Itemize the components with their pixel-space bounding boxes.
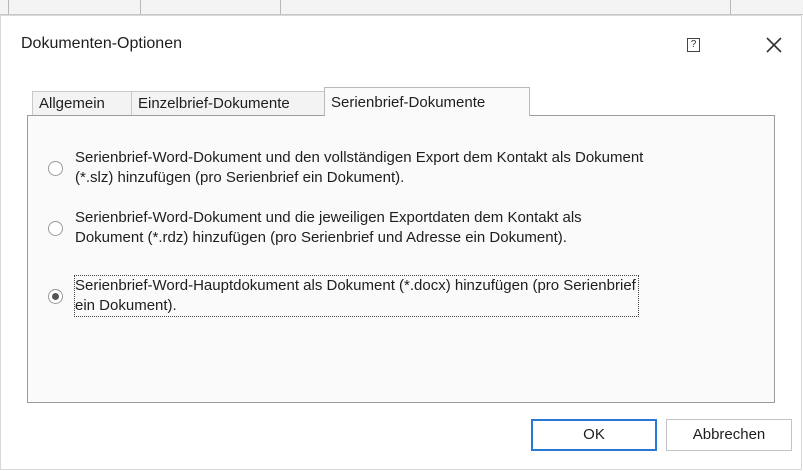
dialog-title: Dokumenten-Optionen [21, 35, 182, 52]
close-icon [766, 37, 782, 53]
radio-button-selected[interactable] [48, 289, 63, 304]
cancel-button[interactable]: Abbrechen [666, 419, 792, 451]
help-button[interactable]: ? [687, 38, 700, 52]
option-docx[interactable]: Serienbrief-Word-Hauptdokument als Dokum… [48, 275, 768, 318]
radio-button[interactable] [48, 161, 63, 176]
tab-panel-serienbrief: Serienbrief-Word-Dokument und den vollst… [27, 115, 775, 403]
grid-divider [8, 0, 9, 14]
grid-divider [140, 0, 141, 14]
option-line: Serienbrief-Word-Hauptdokument als Dokum… [75, 277, 636, 294]
radio-button[interactable] [48, 221, 63, 236]
option-line: (*.slz) hinzufügen (pro Serienbrief ein … [75, 169, 405, 186]
tab-einzelbrief-dokumente[interactable]: Einzelbrief-Dokumente [131, 91, 325, 115]
option-label: Serienbrief-Word-Hauptdokument als Dokum… [74, 275, 639, 317]
option-line: Serienbrief-Word-Dokument und die jeweil… [75, 209, 582, 226]
dokumenten-optionen-dialog: Dokumenten-Optionen ? Allgemein Einzelbr… [0, 15, 802, 470]
tab-serienbrief-dokumente[interactable]: Serienbrief-Dokumente [324, 87, 530, 116]
grid-divider [280, 0, 281, 14]
option-line: Dokument (*.rdz) hinzufügen (pro Serienb… [75, 229, 567, 246]
option-slz[interactable]: Serienbrief-Word-Dokument und den vollst… [48, 148, 768, 190]
tab-allgemein[interactable]: Allgemein [32, 91, 132, 115]
background-window-strip [0, 0, 803, 15]
ok-button[interactable]: OK [531, 419, 657, 451]
grid-divider [730, 0, 731, 14]
option-label: Serienbrief-Word-Dokument und die jeweil… [75, 208, 582, 248]
option-line: ein Dokument). [75, 297, 177, 314]
option-line: Serienbrief-Word-Dokument und den vollst… [75, 149, 644, 166]
option-rdz[interactable]: Serienbrief-Word-Dokument und die jeweil… [48, 208, 768, 250]
close-button[interactable] [761, 32, 787, 58]
option-label: Serienbrief-Word-Dokument und den vollst… [75, 148, 643, 188]
